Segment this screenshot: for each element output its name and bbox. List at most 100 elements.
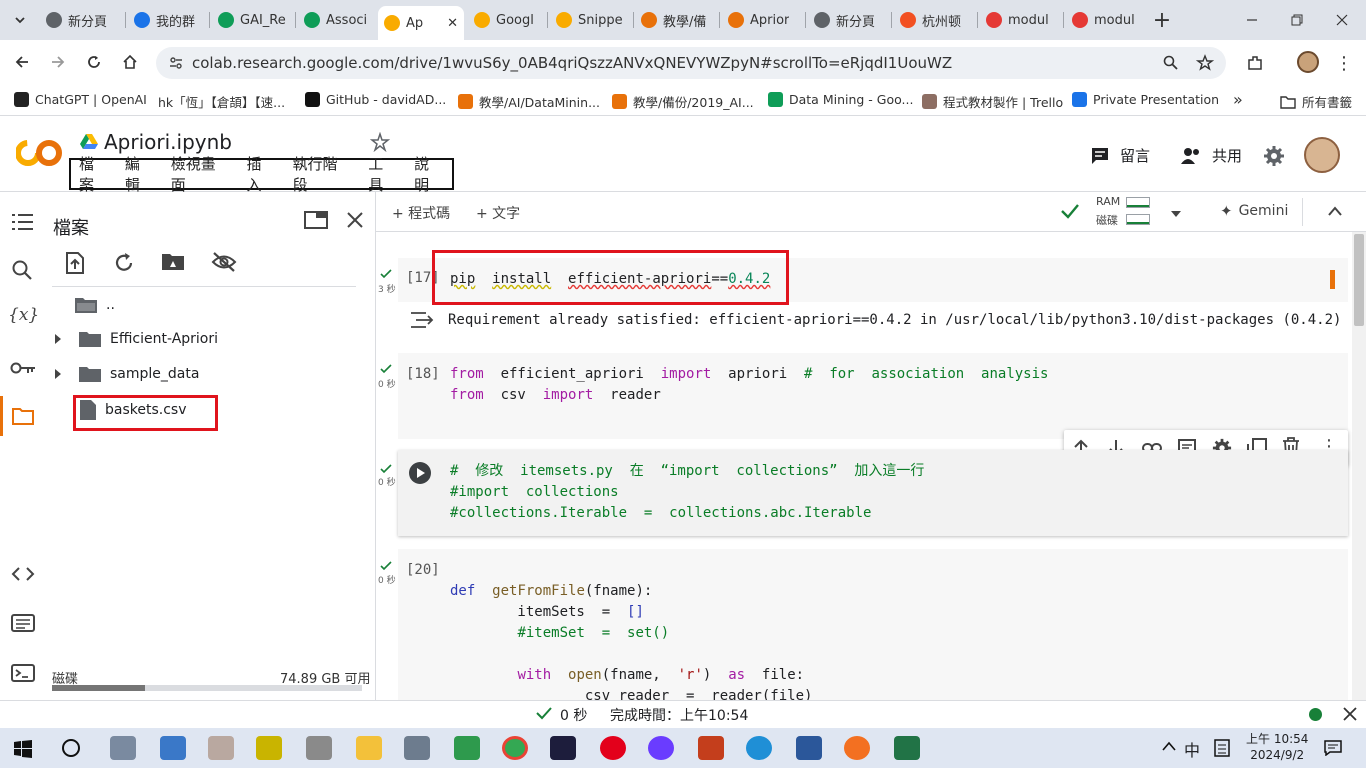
bookmarks-overflow-icon[interactable]: » [1233, 90, 1243, 109]
menu-edit[interactable]: 編輯 [117, 153, 163, 195]
taskbar-app-jupyter[interactable] [844, 736, 870, 760]
menu-insert[interactable]: 插入 [239, 153, 285, 195]
browser-tab[interactable]: 教學/備 [635, 6, 718, 34]
taskbar-app-edge[interactable] [746, 736, 772, 760]
browser-menu-icon[interactable]: ⋮ [1332, 51, 1356, 75]
ime-indicator[interactable]: 中 [1184, 737, 1200, 761]
code-cell-20[interactable]: [20] def getFromFile(fname): itemSets = … [398, 549, 1348, 700]
cell-20-code[interactable]: def getFromFile(fname): itemSets = [] #i… [450, 560, 812, 700]
refresh-icon[interactable] [113, 252, 135, 278]
browser-tab[interactable]: Associ [298, 6, 374, 34]
browser-tab[interactable]: 新分頁 [40, 6, 124, 34]
taskbar-app-notebook[interactable] [256, 736, 282, 760]
taskbar-app-opera[interactable] [600, 736, 626, 760]
bookmark-item[interactable]: ChatGPT | OpenAI [14, 92, 147, 107]
taskbar-app-word[interactable] [796, 736, 822, 760]
taskbar-app-camera[interactable] [306, 736, 332, 760]
toc-icon[interactable] [11, 212, 35, 236]
code-snippets-icon[interactable] [11, 565, 35, 587]
browser-tab[interactable]: Aprior [722, 6, 804, 34]
taskbar-app-classroom[interactable] [454, 736, 480, 760]
user-avatar[interactable] [1304, 137, 1340, 173]
settings-gear-icon[interactable] [1263, 145, 1285, 171]
browser-tab[interactable]: 新分頁 [808, 6, 890, 34]
share-button[interactable]: 共用 [1180, 145, 1242, 166]
browser-tab[interactable]: modul [980, 6, 1062, 34]
browser-tab[interactable]: Ap ✕ [378, 6, 464, 40]
files-folder-icon[interactable] [11, 406, 35, 430]
restore-icon[interactable] [1285, 8, 1309, 32]
taskbar-app-powerpoint[interactable] [698, 736, 724, 760]
close-window-icon[interactable] [1330, 8, 1354, 32]
windows-start-icon[interactable] [14, 740, 32, 762]
add-text-button[interactable]: + 文字 [476, 203, 520, 223]
comment-button[interactable]: 留言 [1090, 145, 1150, 166]
hide-files-icon[interactable] [211, 251, 237, 277]
taskbar-app-wechat[interactable] [550, 736, 576, 760]
scrollbar[interactable] [1352, 232, 1366, 700]
notifications-icon[interactable] [1324, 740, 1342, 760]
bookmark-item[interactable]: Private Presentation [1072, 92, 1219, 107]
taskbar-app-excel[interactable] [894, 736, 920, 760]
taskbar-app-network[interactable] [160, 736, 186, 760]
taskbar-app-messenger[interactable] [648, 736, 674, 760]
run-cell-button[interactable] [409, 462, 431, 484]
menu-runtime[interactable]: 執行階段 [284, 153, 360, 195]
secrets-key-icon[interactable] [10, 360, 36, 380]
tab-search-icon[interactable] [8, 8, 32, 32]
taskbar-app-explorer[interactable] [356, 736, 382, 760]
browser-tab[interactable]: modul [1066, 6, 1148, 34]
browser-tab[interactable]: Snippe [550, 6, 632, 34]
forward-icon[interactable] [46, 50, 70, 74]
code-cell-18[interactable]: [18] from efficient_apriori import aprio… [398, 353, 1348, 439]
browser-tab[interactable]: GAI_Re [212, 6, 294, 34]
output-toggle-icon[interactable] [410, 310, 436, 334]
menu-tools[interactable]: 工具 [360, 153, 406, 195]
cell-18-code[interactable]: from efficient_apriori import apriori # … [450, 364, 1048, 406]
bookmark-item[interactable]: 程式教材製作 | Trello [922, 92, 1063, 111]
site-info-icon[interactable] [168, 55, 184, 75]
url-field[interactable]: colab.research.google.com/drive/1wvuS6y_… [156, 47, 1226, 79]
code-cell-19[interactable]: # 修改 itemsets.py 在 “import collections” … [398, 450, 1348, 536]
resources-dropdown-icon[interactable] [1170, 207, 1182, 222]
terminal-icon[interactable] [11, 663, 35, 687]
menu-view[interactable]: 檢視畫面 [163, 153, 239, 195]
mount-drive-icon[interactable] [161, 252, 185, 276]
maximize-panel-icon[interactable] [304, 210, 328, 234]
minimize-icon[interactable] [1240, 8, 1264, 32]
file-item-sample-data[interactable]: sample_data [52, 364, 199, 384]
file-item-efficient-apriori[interactable]: Efficient-Apriori [52, 329, 218, 349]
close-panel-icon[interactable] [345, 210, 365, 234]
close-tab-icon[interactable]: ✕ [447, 16, 458, 31]
ime-pad-icon[interactable] [1214, 739, 1230, 761]
reload-icon[interactable] [82, 50, 106, 74]
add-code-button[interactable]: + 程式碼 [392, 203, 450, 223]
menu-help[interactable]: 說明 [406, 153, 452, 195]
tray-chevron-icon[interactable] [1162, 740, 1176, 755]
colab-logo[interactable] [15, 137, 62, 173]
taskbar-app-screenshot[interactable] [404, 736, 430, 760]
variables-icon[interactable]: {x} [8, 305, 39, 325]
zoom-icon[interactable] [1163, 55, 1179, 75]
bookmark-item[interactable]: hk「恆」【倉頡】【速... [152, 92, 285, 111]
gemini-button[interactable]: ✦ Gemini [1220, 202, 1288, 220]
scrollbar-thumb[interactable] [1354, 234, 1364, 326]
menu-file[interactable]: 檔案 [71, 153, 117, 195]
command-palette-icon[interactable] [11, 613, 35, 637]
taskbar-app-paint[interactable] [208, 736, 234, 760]
cell-19-code[interactable]: # 修改 itemsets.py 在 “import collections” … [450, 461, 924, 524]
bookmark-star-icon[interactable] [1195, 54, 1215, 76]
browser-tab[interactable]: 我的群 [128, 6, 208, 34]
profile-avatar[interactable] [1297, 51, 1319, 73]
home-icon[interactable] [118, 50, 142, 74]
search-icon[interactable] [11, 259, 33, 285]
upload-file-icon[interactable] [64, 251, 86, 279]
search-circle-icon[interactable] [62, 739, 80, 757]
taskbar-clock[interactable]: 上午 10:54 2024/9/2 [1246, 731, 1308, 763]
new-tab-icon[interactable]: + [1150, 8, 1174, 33]
bookmark-item[interactable]: 教學/AI/DataMinin... [458, 92, 600, 111]
bookmark-item[interactable]: GitHub - davidAD... [305, 92, 446, 107]
browser-tab[interactable]: 杭州顿 [894, 6, 976, 34]
collapse-header-icon[interactable] [1328, 205, 1342, 220]
bookmark-item[interactable]: Data Mining - Goo... [768, 92, 913, 107]
